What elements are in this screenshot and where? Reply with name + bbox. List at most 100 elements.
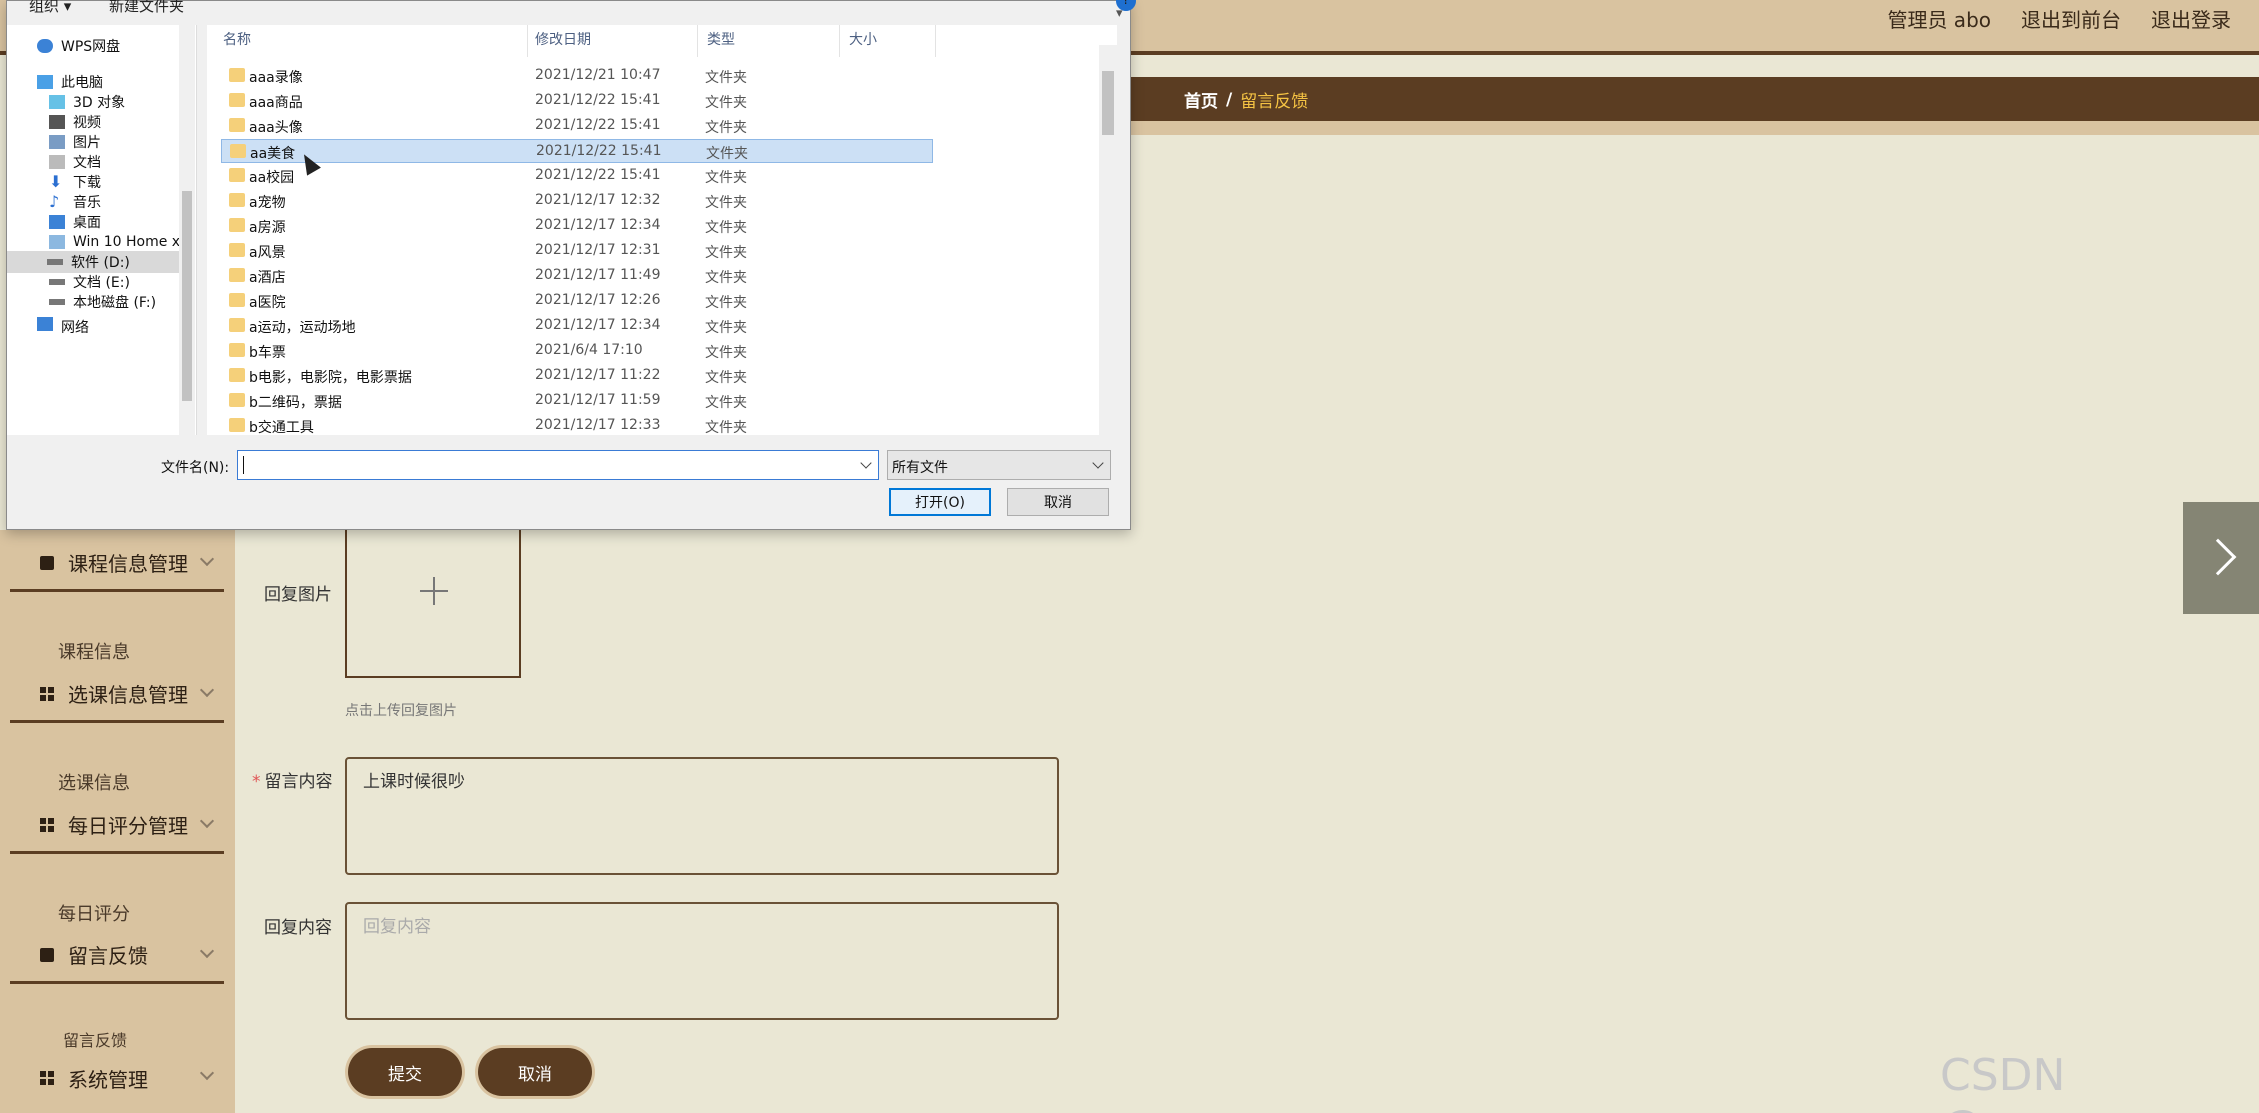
- nav-item-drive-d[interactable]: 软件 (D:): [7, 251, 179, 273]
- list-scrollbar[interactable]: [1099, 45, 1117, 435]
- file-row[interactable]: a宠物 2021/12/17 12:32 文件夹: [221, 189, 933, 213]
- menu-system-management[interactable]: 系统管理: [10, 1050, 224, 1106]
- menu-item-feedback[interactable]: 留言反馈: [63, 1027, 127, 1051]
- reply-image-upload[interactable]: [345, 530, 521, 678]
- organize-button[interactable]: 组织 ▾: [29, 0, 71, 16]
- file-date: 2021/12/17 12:31: [535, 242, 661, 258]
- scrollbar-thumb[interactable]: [1102, 71, 1114, 135]
- computer-icon: [37, 75, 53, 89]
- folder-icon: [229, 418, 245, 432]
- menu-course-management[interactable]: 课程信息管理: [10, 536, 224, 592]
- nav-item-label: 此电脑: [61, 75, 103, 91]
- file-row[interactable]: aaa录像 2021/12/21 10:47 文件夹: [221, 64, 933, 88]
- nav-item-label: 下载: [73, 175, 101, 191]
- file-date: 2021/12/22 15:41: [535, 92, 661, 108]
- file-name: b交通工具: [249, 420, 314, 436]
- file-row[interactable]: a风景 2021/12/17 12:31 文件夹: [221, 239, 933, 263]
- drive-icon: [49, 235, 65, 249]
- open-button[interactable]: 打开(O): [889, 488, 991, 516]
- nav-item-label: 文档 (E:): [73, 275, 130, 291]
- folder-icon: [229, 343, 245, 357]
- back-to-front-link[interactable]: 退出到前台: [2021, 4, 2121, 33]
- nav-item-pictures[interactable]: 图片: [49, 131, 101, 153]
- plus-icon: [433, 577, 435, 605]
- file-row[interactable]: aaa头像 2021/12/22 15:41 文件夹: [221, 114, 933, 138]
- film-icon: [49, 115, 65, 129]
- folder-icon: [229, 243, 245, 257]
- file-row[interactable]: aa校园 2021/12/22 15:41 文件夹: [221, 164, 933, 188]
- file-row[interactable]: b电影，电影院，电影票据 2021/12/17 11:22 文件夹: [221, 364, 933, 388]
- drive-icon: [49, 279, 65, 285]
- file-name: a宠物: [249, 195, 286, 211]
- nav-item-drive-f[interactable]: 本地磁盘 (F:): [49, 291, 156, 313]
- navigation-pane: WPS网盘 此电脑 3D 对象 视频 图片 文档 ⬇ 下载 ♪ 音乐 桌面 Win …: [7, 25, 197, 435]
- breadcrumb-home[interactable]: 首页: [1184, 87, 1218, 112]
- admin-user-label: 管理员 abo: [1887, 8, 1991, 32]
- filename-input[interactable]: [237, 450, 879, 480]
- nav-item-documents[interactable]: 文档: [49, 151, 101, 173]
- menu-item-course-info[interactable]: 课程信息: [58, 638, 130, 664]
- file-date: 2021/12/22 15:41: [535, 167, 661, 183]
- file-row[interactable]: b车票 2021/6/4 17:10 文件夹: [221, 339, 933, 363]
- menu-selection-management[interactable]: 选课信息管理: [10, 667, 224, 723]
- file-type: 文件夹: [705, 70, 747, 86]
- file-row[interactable]: a酒店 2021/12/17 11:49 文件夹: [221, 264, 933, 288]
- nav-item-drive-e[interactable]: 文档 (E:): [49, 271, 130, 293]
- submit-button[interactable]: 提交: [348, 1048, 462, 1096]
- dialog-cancel-button[interactable]: 取消: [1007, 488, 1109, 516]
- file-row[interactable]: aaa商品 2021/12/22 15:41 文件夹: [221, 89, 933, 113]
- file-row[interactable]: a房源 2021/12/17 12:34 文件夹: [221, 214, 933, 238]
- column-type[interactable]: 类型: [707, 29, 735, 49]
- content-textarea[interactable]: 上课时候很吵: [345, 757, 1059, 875]
- column-divider: [839, 25, 840, 57]
- folder-icon: [229, 93, 245, 107]
- menu-daily-score-management[interactable]: 每日评分管理: [10, 798, 224, 854]
- file-row[interactable]: aa美食 2021/12/22 15:41 文件夹: [221, 139, 933, 163]
- file-type-filter[interactable]: 所有文件: [887, 450, 1111, 480]
- next-arrow-button[interactable]: [2183, 502, 2259, 614]
- file-row[interactable]: a医院 2021/12/17 12:26 文件夹: [221, 289, 933, 313]
- column-date[interactable]: 修改日期: [535, 29, 591, 49]
- new-folder-button[interactable]: 新建文件夹: [109, 0, 184, 16]
- nav-item-downloads[interactable]: ⬇ 下载: [49, 171, 101, 193]
- nav-item-this-pc[interactable]: 此电脑: [37, 71, 103, 93]
- file-type: 文件夹: [705, 120, 747, 136]
- network-icon: [37, 317, 53, 331]
- filename-label: 文件名(N):: [161, 460, 230, 476]
- menu-item-daily-score[interactable]: 每日评分: [58, 900, 130, 926]
- grid-icon: [40, 817, 54, 832]
- nav-item-network[interactable]: 网络: [37, 317, 89, 333]
- cancel-button[interactable]: 取消: [478, 1048, 592, 1096]
- nav-item-wps[interactable]: WPS网盘: [37, 35, 120, 57]
- column-name[interactable]: 名称: [223, 29, 251, 49]
- folder-icon: [229, 68, 245, 82]
- nav-item-desktop[interactable]: 桌面: [49, 211, 101, 233]
- drive-icon: [49, 299, 65, 305]
- nav-item-video[interactable]: 视频: [49, 111, 101, 133]
- file-row[interactable]: a运动，运动场地 2021/12/17 12:34 文件夹: [221, 314, 933, 338]
- column-divider: [527, 25, 528, 57]
- nav-item-3d[interactable]: 3D 对象: [49, 91, 125, 113]
- file-row[interactable]: b交通工具 2021/12/17 12:33 文件夹: [221, 414, 933, 438]
- nav-item-music[interactable]: ♪ 音乐: [49, 191, 101, 213]
- cloud-icon: [37, 39, 53, 53]
- content-label: * 留言内容: [252, 767, 333, 792]
- reply-content-textarea[interactable]: 回复内容: [345, 902, 1059, 1020]
- menu-group-label: 课程信息管理: [68, 552, 188, 576]
- menu-feedback[interactable]: 留言反馈: [10, 928, 224, 984]
- scrollbar-thumb[interactable]: [182, 191, 192, 401]
- file-type: 文件夹: [705, 345, 747, 361]
- logout-link[interactable]: 退出登录: [2151, 4, 2231, 33]
- file-row[interactable]: b二维码，票据 2021/12/17 11:59 文件夹: [221, 389, 933, 413]
- upload-hint: 点击上传回复图片: [345, 703, 457, 719]
- file-type: 文件夹: [705, 220, 747, 236]
- menu-item-selection-info[interactable]: 选课信息: [58, 769, 130, 795]
- column-size[interactable]: 大小: [849, 29, 877, 49]
- nav-item-win10[interactable]: Win 10 Home x: [49, 231, 180, 253]
- watermark: CSDN @cccc_cz: [1940, 1050, 2150, 1113]
- chevron-down-icon[interactable]: [860, 457, 872, 469]
- file-name: b车票: [249, 345, 286, 361]
- sidebar: 课程信息管理 课程信息 选课信息管理 选课信息 每日评分管理 每日评分 留言反馈…: [0, 530, 235, 1113]
- nav-scrollbar[interactable]: [179, 25, 195, 435]
- nav-item-label: WPS网盘: [61, 39, 121, 55]
